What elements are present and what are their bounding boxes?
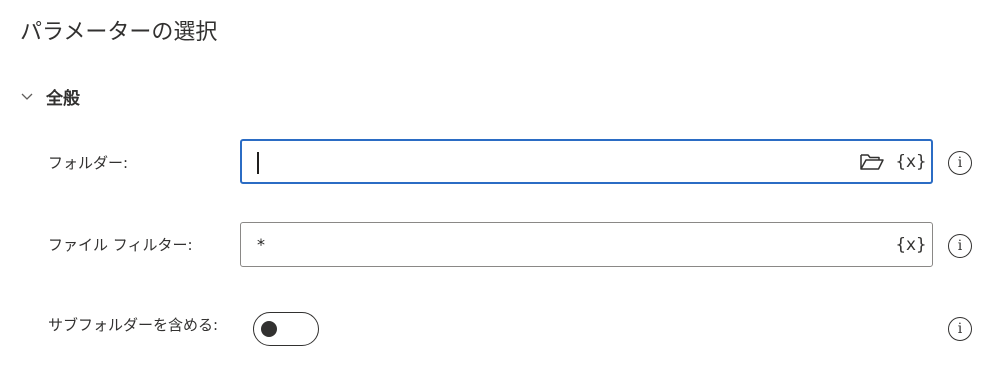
insert-variable-button[interactable]: {x} [893, 141, 929, 182]
section-header-general[interactable]: 全般 [20, 84, 80, 109]
folder-input[interactable] [254, 141, 834, 182]
chevron-down-icon[interactable] [20, 90, 34, 104]
info-icon[interactable]: i [948, 151, 972, 175]
file-filter-label: ファイル フィルター: [48, 236, 193, 254]
info-icon[interactable]: i [948, 317, 972, 341]
text-cursor [257, 152, 259, 174]
include-subfolders-toggle[interactable] [253, 312, 319, 346]
file-filter-field[interactable]: {x} [240, 222, 933, 267]
folder-open-icon[interactable] [856, 141, 888, 182]
info-icon[interactable]: i [948, 234, 972, 258]
file-filter-input[interactable] [257, 223, 837, 266]
folder-field[interactable]: {x} [240, 139, 933, 184]
page-title: パラメーターの選択 [20, 20, 218, 45]
folder-label: フォルダー: [48, 154, 129, 172]
toggle-knob [261, 321, 277, 337]
include-subfolders-label: サブフォルダーを含める: [48, 316, 219, 334]
section-label: 全般 [46, 89, 80, 109]
insert-variable-button[interactable]: {x} [893, 223, 929, 266]
